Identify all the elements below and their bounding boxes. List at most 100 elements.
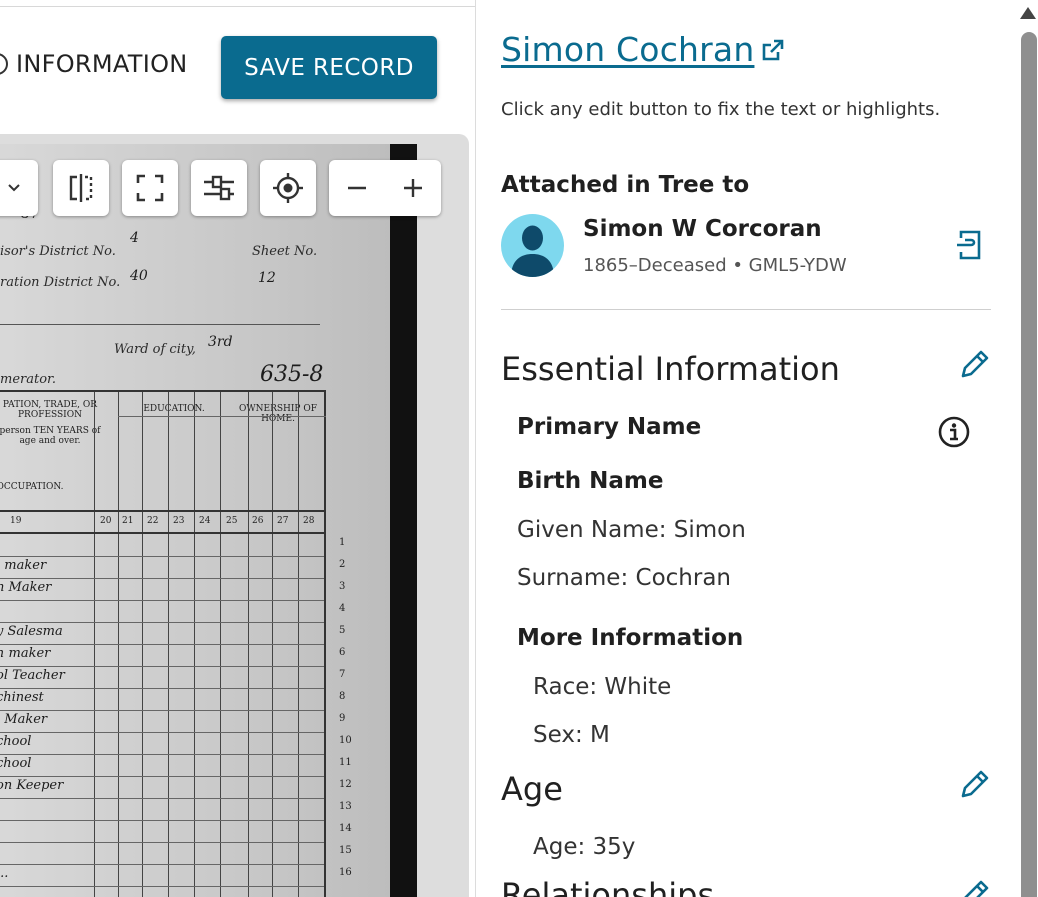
occupation-entry: chinest [0, 690, 44, 705]
census-table: PATION, TRADE, OR PROFESSION person TEN … [0, 390, 326, 897]
supervisor-district-label: isor's District No. [0, 244, 116, 259]
occupation-entry: l maker [0, 558, 47, 573]
row-number: 12 [339, 779, 352, 790]
occupation-small-header: OCCUPATION. [0, 482, 64, 492]
enumeration-district-label: ration District No. [0, 275, 121, 290]
zoom-out-button[interactable] [346, 177, 368, 199]
row-number: 10 [339, 735, 352, 746]
birth-name-label: Birth Name [517, 468, 664, 494]
fullscreen-icon [136, 174, 164, 202]
radio-icon [0, 53, 8, 75]
column-number: 26 [252, 516, 264, 526]
census-image[interactable]: 87 isor's District No. 4 Sheet No. 12 ra… [0, 144, 417, 897]
column-number: 27 [277, 516, 289, 526]
occupation-entry: l Maker [0, 712, 48, 727]
row-number: 16 [339, 867, 352, 878]
occupation-entry: chool [0, 756, 32, 771]
scroll-up-arrow-icon[interactable] [1020, 7, 1036, 19]
image-viewer[interactable]: 87 isor's District No. 4 Sheet No. 12 ra… [0, 134, 469, 897]
select-dropdown-button[interactable] [0, 160, 38, 216]
record-viewer-pane: INFORMATION SAVE RECORD 8 7 isor's Distri… [0, 0, 476, 897]
occupation-header: PATION, TRADE, OR PROFESSION [2, 400, 98, 420]
ward-value: 3rd [208, 334, 233, 350]
row-number: 7 [339, 669, 346, 680]
locate-button[interactable] [260, 160, 316, 216]
sex-field: Sex: M [533, 722, 610, 748]
avatar [501, 214, 564, 277]
given-name-field: Given Name: Simon [517, 517, 746, 543]
row-number: 3 [339, 581, 346, 592]
edit-age-icon[interactable] [959, 768, 991, 800]
section-divider [501, 309, 991, 310]
occupation-entry: y Salesma [0, 624, 63, 639]
occupation-entry: l.. [0, 866, 9, 881]
column-number: 23 [173, 516, 185, 526]
sheet-label: Sheet No. [252, 244, 318, 259]
row-number: 11 [339, 757, 352, 768]
row-number: 4 [339, 603, 346, 614]
enumerator-label: merator. [0, 372, 56, 387]
information-toggle[interactable]: INFORMATION [0, 50, 188, 78]
attached-person-name[interactable]: Simon W Corcoran [583, 216, 822, 242]
column-number: 24 [199, 516, 211, 526]
ownership-header: OWNERSHIP OF HOME. [239, 404, 317, 424]
column-number: 20 [100, 516, 112, 526]
column-number: 19 [10, 516, 22, 526]
locate-icon [273, 173, 303, 203]
attached-heading: Attached in Tree to [501, 172, 750, 198]
edit-hint: Click any edit button to fix the text or… [501, 99, 941, 120]
sheet-value: 12 [258, 270, 276, 286]
row-number: 6 [339, 647, 346, 658]
stamp-number: 635-8 [260, 362, 324, 387]
column-number: 21 [122, 516, 134, 526]
edit-relationships-icon[interactable] [959, 878, 991, 897]
essential-info-heading: Essential Information [501, 350, 840, 388]
relationships-heading: Relationships [501, 876, 715, 897]
info-icon[interactable] [938, 416, 970, 448]
column-number: 25 [226, 516, 238, 526]
zoom-controls [329, 160, 441, 216]
detach-icon[interactable] [955, 228, 985, 262]
person-name-link[interactable]: Simon Cochran [501, 30, 754, 69]
person-title: Simon Cochran [501, 30, 786, 69]
occupation-entry: ol Teacher [0, 668, 65, 683]
top-divider [0, 6, 475, 7]
enumeration-district-value: 40 [130, 268, 148, 284]
row-number: 14 [339, 823, 352, 834]
row-number: 1 [339, 537, 346, 548]
row-number: 2 [339, 559, 346, 570]
race-field: Race: White [533, 674, 672, 700]
fullscreen-button[interactable] [122, 160, 178, 216]
primary-name-label: Primary Name [517, 414, 702, 440]
scrollbar-thumb[interactable] [1021, 32, 1037, 897]
age-field: Age: 35y [533, 834, 636, 860]
row-number: 9 [339, 713, 346, 724]
zoom-in-button[interactable] [402, 177, 424, 199]
save-record-button[interactable]: SAVE RECORD [221, 36, 437, 99]
person-silhouette-icon [511, 225, 554, 277]
row-number: 15 [339, 845, 352, 856]
occupation-entry: chool [0, 734, 32, 749]
attached-person-meta: 1865–Deceased • GML5-YDW [583, 255, 847, 276]
adjustments-button[interactable] [191, 160, 247, 216]
sliders-icon [204, 175, 234, 201]
compare-button[interactable] [53, 160, 109, 216]
education-header: EDUCATION. [143, 404, 205, 414]
more-info-label: More Information [517, 625, 744, 651]
record-details-pane: Simon Cochran Click any edit button to f… [477, 0, 1017, 897]
column-number: 28 [303, 516, 315, 526]
occupation-entry: h maker [0, 646, 51, 661]
external-link-icon[interactable] [760, 37, 786, 63]
zoom-out-icon [348, 186, 366, 190]
row-number: 5 [339, 625, 346, 636]
surname-field: Surname: Cochran [517, 565, 731, 591]
information-label: INFORMATION [16, 50, 188, 78]
ward-label: Ward of city, [114, 342, 196, 357]
supervisor-district-value: 4 [130, 230, 139, 246]
occupation-entry: n Maker [0, 580, 52, 595]
occupation-subheader: person TEN YEARS of age and over. [0, 426, 101, 446]
zoom-in-icon [404, 179, 422, 197]
edit-essential-icon[interactable] [959, 348, 991, 380]
census-paper: 87 isor's District No. 4 Sheet No. 12 ra… [0, 144, 390, 897]
chevron-down-icon [8, 184, 20, 192]
